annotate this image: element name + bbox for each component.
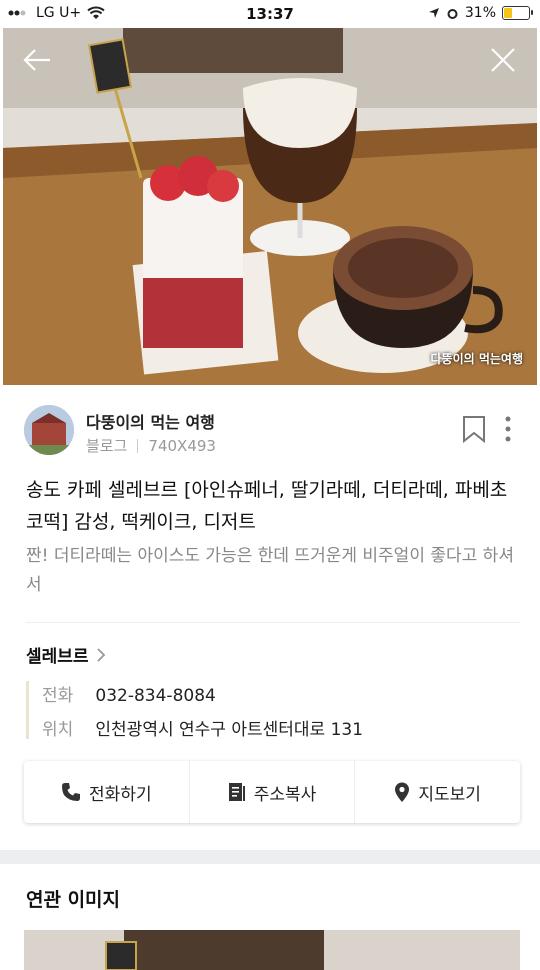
section-separator [0, 850, 540, 864]
back-button[interactable] [17, 40, 57, 80]
image-size: 740X493 [148, 437, 216, 455]
location-row: 위치 인천광역시 연수구 아트센터대로 131 [42, 715, 363, 740]
chevron-right-icon [97, 648, 106, 662]
address: 인천광역시 연수구 아트센터대로 131 [95, 720, 363, 740]
post-snippet: 짠! 더티라떼는 아이스도 가능은 한데 뜨거운게 비주얼이 좋다고 하셔서 [26, 542, 526, 600]
related-image [24, 930, 520, 970]
call-label: 전화하기 [89, 780, 152, 805]
status-bar: LG U+ 13:37 31% [0, 0, 540, 28]
blog-avatar[interactable] [24, 405, 74, 455]
view-map-button[interactable]: 지도보기 [355, 761, 520, 823]
info-accent-bar [26, 681, 29, 739]
phone-number[interactable]: 032-834-8084 [95, 686, 215, 706]
dessert-photo [3, 28, 537, 385]
photo-watermark: 다뚱이의 먹는여행 [431, 350, 524, 367]
back-arrow-icon [22, 48, 52, 72]
map-pin-icon [394, 782, 410, 803]
main-photo[interactable]: 다뚱이의 먹는여행 [3, 28, 537, 385]
meta-divider [137, 439, 138, 453]
more-vertical-icon [504, 415, 512, 443]
related-image-thumbnail[interactable] [24, 930, 520, 970]
bookmark-icon [462, 415, 486, 443]
source-type: 블로그 [86, 437, 127, 455]
bookmark-button[interactable] [462, 415, 486, 447]
blog-source: 다뚱이의 먹는 여행 블로그 740X493 [0, 385, 540, 465]
close-icon [490, 47, 516, 73]
avatar-image [24, 405, 74, 455]
close-button[interactable] [483, 40, 523, 80]
document-icon [228, 782, 246, 802]
alarm-icon [446, 7, 459, 20]
phone-row: 전화 032-834-8084 [42, 681, 216, 706]
phone-label: 전화 [42, 681, 90, 706]
copy-label: 주소복사 [254, 780, 317, 805]
map-label: 지도보기 [418, 780, 481, 805]
place-name: 셀레브르 [26, 642, 89, 667]
call-button[interactable]: 전화하기 [24, 761, 190, 823]
divider [26, 622, 520, 623]
copy-address-button[interactable]: 주소복사 [190, 761, 356, 823]
post-title[interactable]: 송도 카페 셀레브르 [아인슈페너, 딸기라떼, 더티라떼, 파베초코떡] 감성… [26, 474, 522, 538]
battery-percent: 31% [465, 5, 496, 21]
location-arrow-icon [428, 7, 440, 19]
place-name-link[interactable]: 셀레브르 [26, 642, 106, 667]
more-options-button[interactable] [504, 415, 512, 447]
phone-icon [61, 782, 81, 802]
action-bar: 전화하기 주소복사 지도보기 [24, 761, 520, 823]
blog-meta: 블로그 740X493 [86, 435, 216, 456]
blog-name[interactable]: 다뚱이의 먹는 여행 [86, 409, 215, 433]
related-images-title: 연관 이미지 [26, 885, 120, 912]
status-right: 31% [428, 5, 530, 21]
battery-icon [502, 6, 530, 20]
location-label: 위치 [42, 715, 90, 740]
